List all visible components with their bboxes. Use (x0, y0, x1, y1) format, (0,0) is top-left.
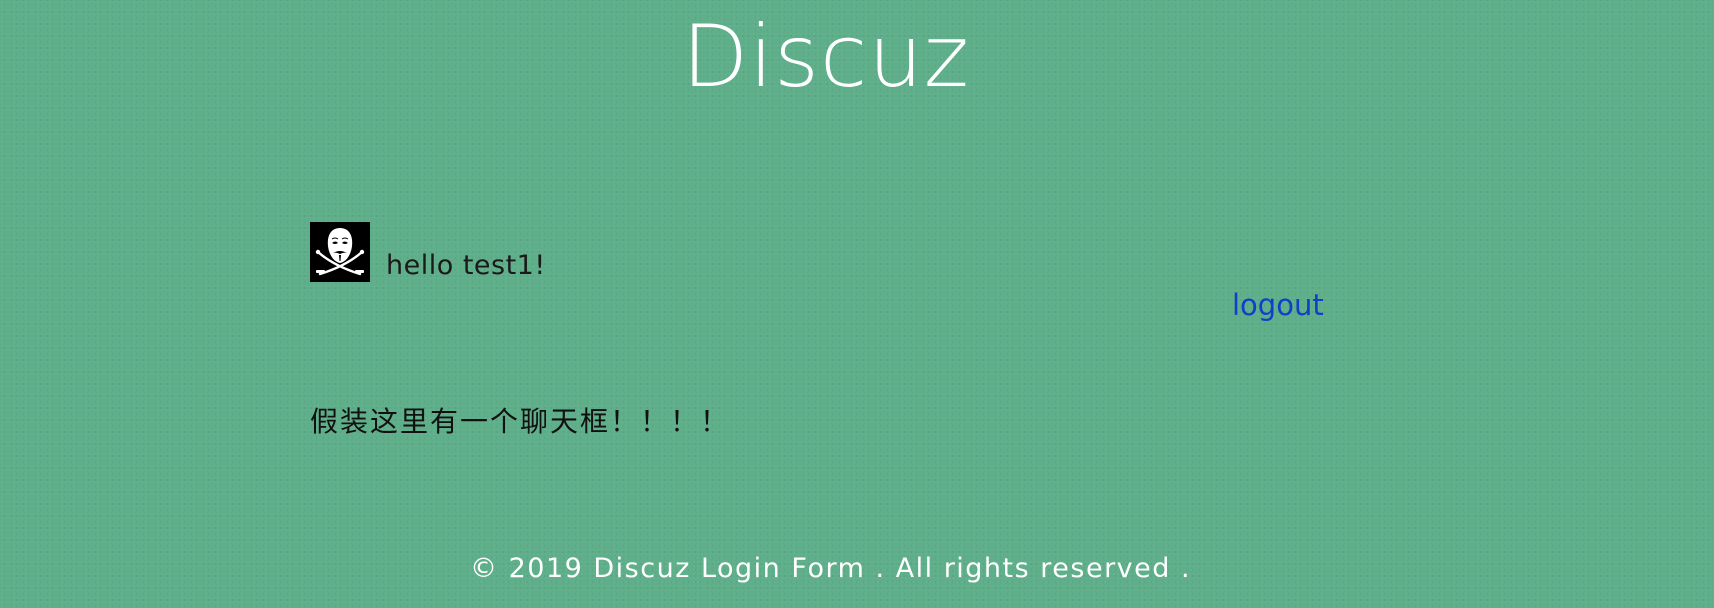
logout-link[interactable]: logout (1232, 291, 1324, 320)
pirate-mask-icon (310, 222, 370, 282)
chat-placeholder-text: 假装这里有一个聊天框！！！！ (310, 405, 731, 438)
user-greeting: hello test1! (386, 250, 546, 281)
footer-copyright: © 2019 Discuz Login Form . All rights re… (470, 553, 1192, 584)
user-avatar (310, 222, 370, 282)
site-title: Discuz (682, 7, 970, 107)
